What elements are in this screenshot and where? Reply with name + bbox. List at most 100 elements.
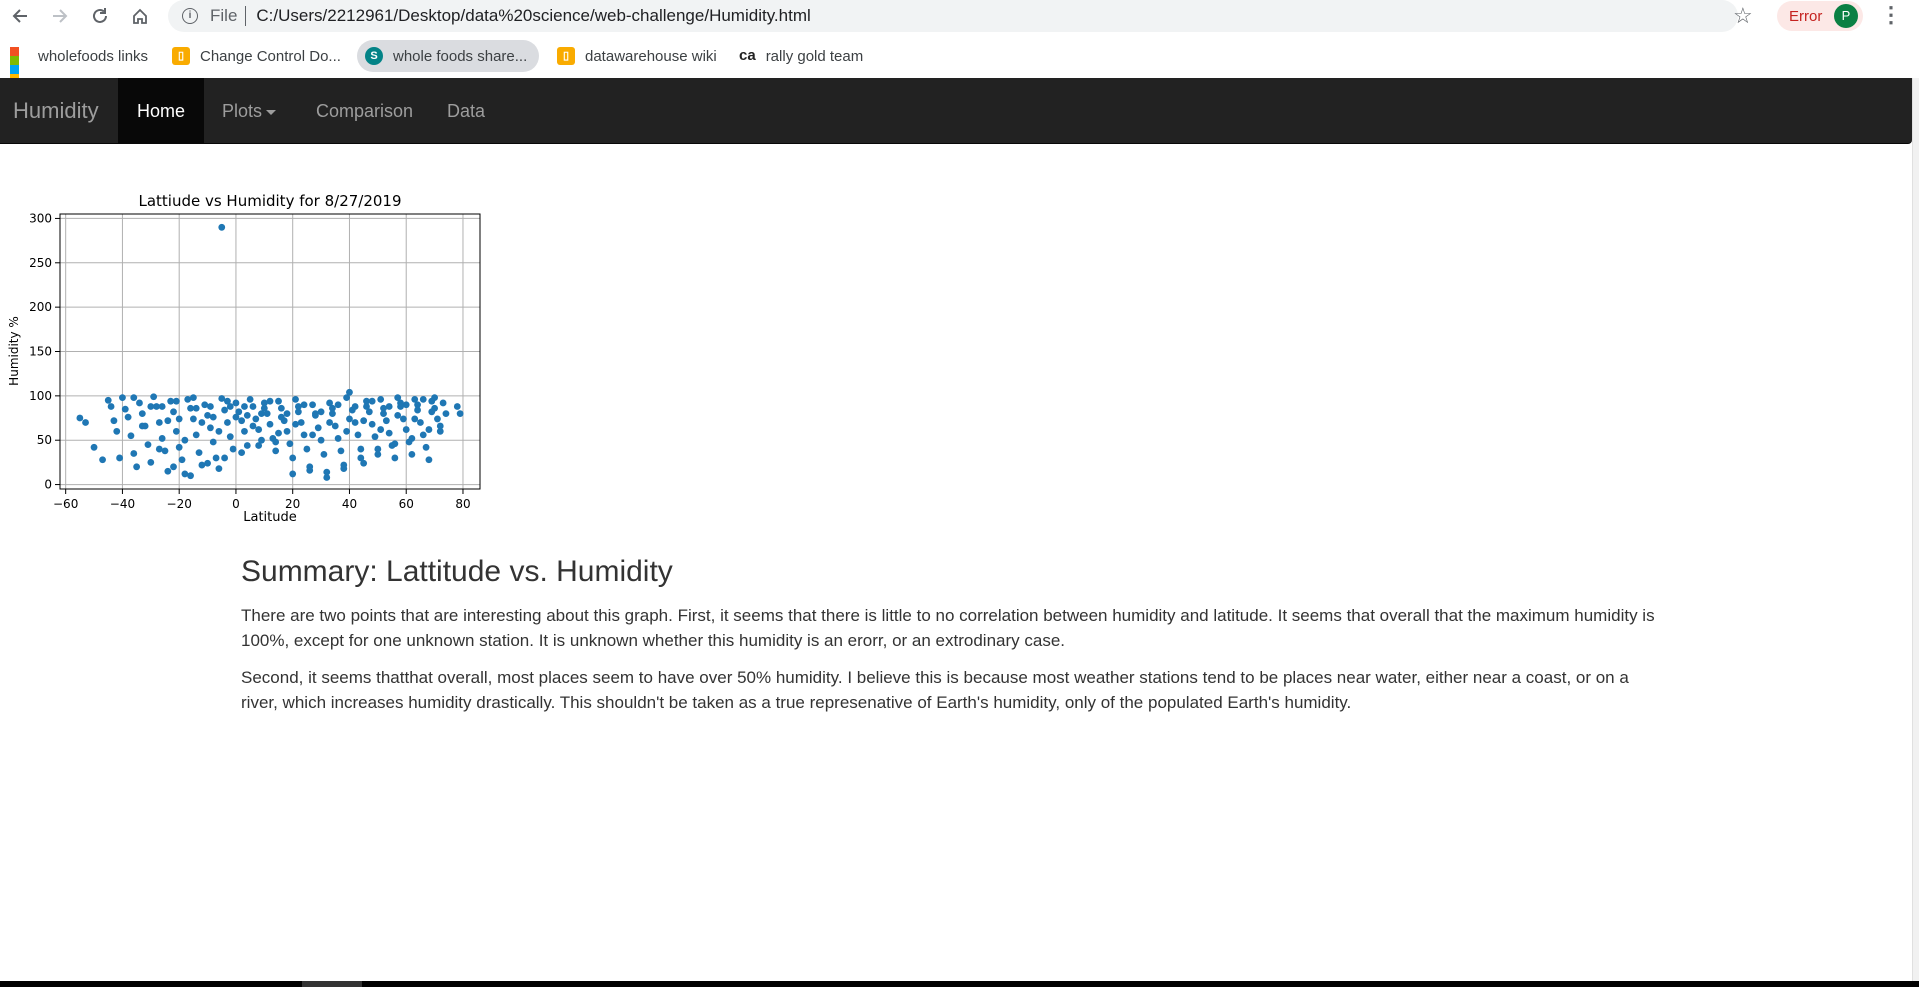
bookmark-rally-gold-team[interactable]: ca rally gold team <box>739 40 863 72</box>
data-point <box>289 454 297 462</box>
nav-comparison[interactable]: Comparison <box>297 78 432 144</box>
bookmark-datawarehouse-wiki[interactable]: ▯ datawarehouse wiki <box>557 40 717 72</box>
data-point <box>136 399 143 407</box>
data-point <box>283 427 291 435</box>
nav-plots-dropdown[interactable]: Plots <box>203 78 295 144</box>
summary-paragraph-2: Second, it seems thatthat overall, most … <box>241 668 1629 712</box>
data-point <box>346 388 353 396</box>
x-axis-ticks: −60 −40 −20 0 20 40 60 80 <box>53 489 471 511</box>
data-point <box>127 432 135 440</box>
address-bar[interactable]: i File C:/Users/2212961/Desktop/data%20s… <box>168 0 1738 32</box>
data-point <box>428 408 436 416</box>
data-point <box>221 454 228 462</box>
home-icon[interactable] <box>128 4 152 28</box>
menu-kebab-icon[interactable]: ⋮ <box>1880 2 1902 28</box>
data-point <box>397 399 404 407</box>
back-arrow-icon[interactable] <box>8 4 32 28</box>
data-point <box>334 401 342 409</box>
bookmark-wholefoods-links[interactable]: wholefoods links <box>10 40 149 83</box>
data-point <box>306 466 314 474</box>
data-point <box>309 401 316 409</box>
forward-arrow-icon[interactable] <box>48 4 72 28</box>
browser-toolbar: i File C:/Users/2212961/Desktop/data%20s… <box>0 0 1919 32</box>
data-point <box>189 415 197 423</box>
summary-section: Summary: Lattitude vs. Humidity There ar… <box>241 555 1661 727</box>
data-point <box>229 445 237 453</box>
data-point <box>164 467 172 475</box>
y-tick-label: 200 <box>29 300 52 314</box>
data-point <box>402 426 410 433</box>
summary-paragraph-1: There are two points that are interestin… <box>241 606 1655 650</box>
nav-data[interactable]: Data <box>428 78 504 144</box>
bookmark-label: wholefoods links <box>38 47 149 65</box>
nav-home[interactable]: Home <box>118 78 205 144</box>
x-tick-label: 40 <box>342 497 357 511</box>
page-scrollbar[interactable] <box>1912 78 1919 981</box>
profile-error-button[interactable]: Error P <box>1777 1 1863 31</box>
data-point <box>218 223 226 231</box>
data-point <box>158 435 166 442</box>
x-tick-label: 60 <box>399 497 414 511</box>
url-scheme-label: File <box>210 6 238 25</box>
data-point <box>158 403 166 410</box>
data-point <box>309 431 316 439</box>
data-point <box>425 456 433 464</box>
x-tick-label: 20 <box>285 497 300 511</box>
chart-title: Lattiude vs Humidity for 8/27/2019 <box>138 192 401 210</box>
x-tick-label: 0 <box>232 497 240 511</box>
data-point <box>377 396 385 403</box>
data-point <box>394 411 402 419</box>
data-point <box>277 413 285 421</box>
data-point <box>436 422 444 430</box>
data-point <box>374 451 382 458</box>
url-text[interactable]: C:/Users/2212961/Desktop/data%20science/… <box>256 6 810 26</box>
data-point <box>170 463 177 471</box>
data-point <box>104 396 112 404</box>
data-point <box>266 420 274 428</box>
data-point <box>351 403 359 410</box>
bookmark-star-icon[interactable]: ☆ <box>1733 3 1753 29</box>
data-point <box>238 417 246 425</box>
reload-icon[interactable] <box>88 4 112 28</box>
data-point <box>172 397 180 405</box>
bookmark-whole-foods-share[interactable]: S whole foods share... <box>357 40 540 72</box>
data-point <box>357 454 365 462</box>
taskbar-strip <box>0 981 1919 987</box>
data-point <box>417 419 424 426</box>
y-tick-label: 300 <box>29 211 52 225</box>
data-point <box>255 426 263 433</box>
data-point <box>326 419 333 426</box>
chart-grid <box>60 214 480 489</box>
data-point <box>147 458 155 466</box>
data-point <box>178 456 186 464</box>
url-separator <box>245 6 247 26</box>
y-tick-label: 100 <box>29 389 52 403</box>
data-point <box>425 426 433 433</box>
data-point <box>277 404 285 412</box>
data-point <box>422 443 430 451</box>
data-point <box>252 415 260 423</box>
data-point <box>82 419 89 426</box>
humidity-scatter-chart: Lattiude vs Humidity for 8/27/2019 −60 −4… <box>7 192 481 525</box>
data-point <box>164 417 172 425</box>
data-point <box>294 403 302 410</box>
y-tick-label: 150 <box>29 345 52 359</box>
data-point <box>414 401 421 409</box>
sharepoint-icon: S <box>365 47 383 65</box>
microsoft-icon <box>10 47 28 83</box>
data-point <box>255 442 263 449</box>
y-tick-label: 50 <box>37 433 52 447</box>
data-point <box>195 449 203 457</box>
navbar-brand[interactable]: Humidity <box>13 98 99 124</box>
info-icon[interactable]: i <box>182 8 198 24</box>
data-point <box>312 410 319 417</box>
bookmark-change-control[interactable]: ▯ Change Control Do... <box>172 40 341 72</box>
error-label: Error <box>1789 7 1823 25</box>
data-point <box>334 435 342 442</box>
data-point <box>391 454 399 462</box>
data-point <box>241 427 248 435</box>
data-point <box>368 397 376 405</box>
data-point <box>198 419 206 426</box>
data-point <box>368 420 376 428</box>
data-point <box>292 420 299 428</box>
